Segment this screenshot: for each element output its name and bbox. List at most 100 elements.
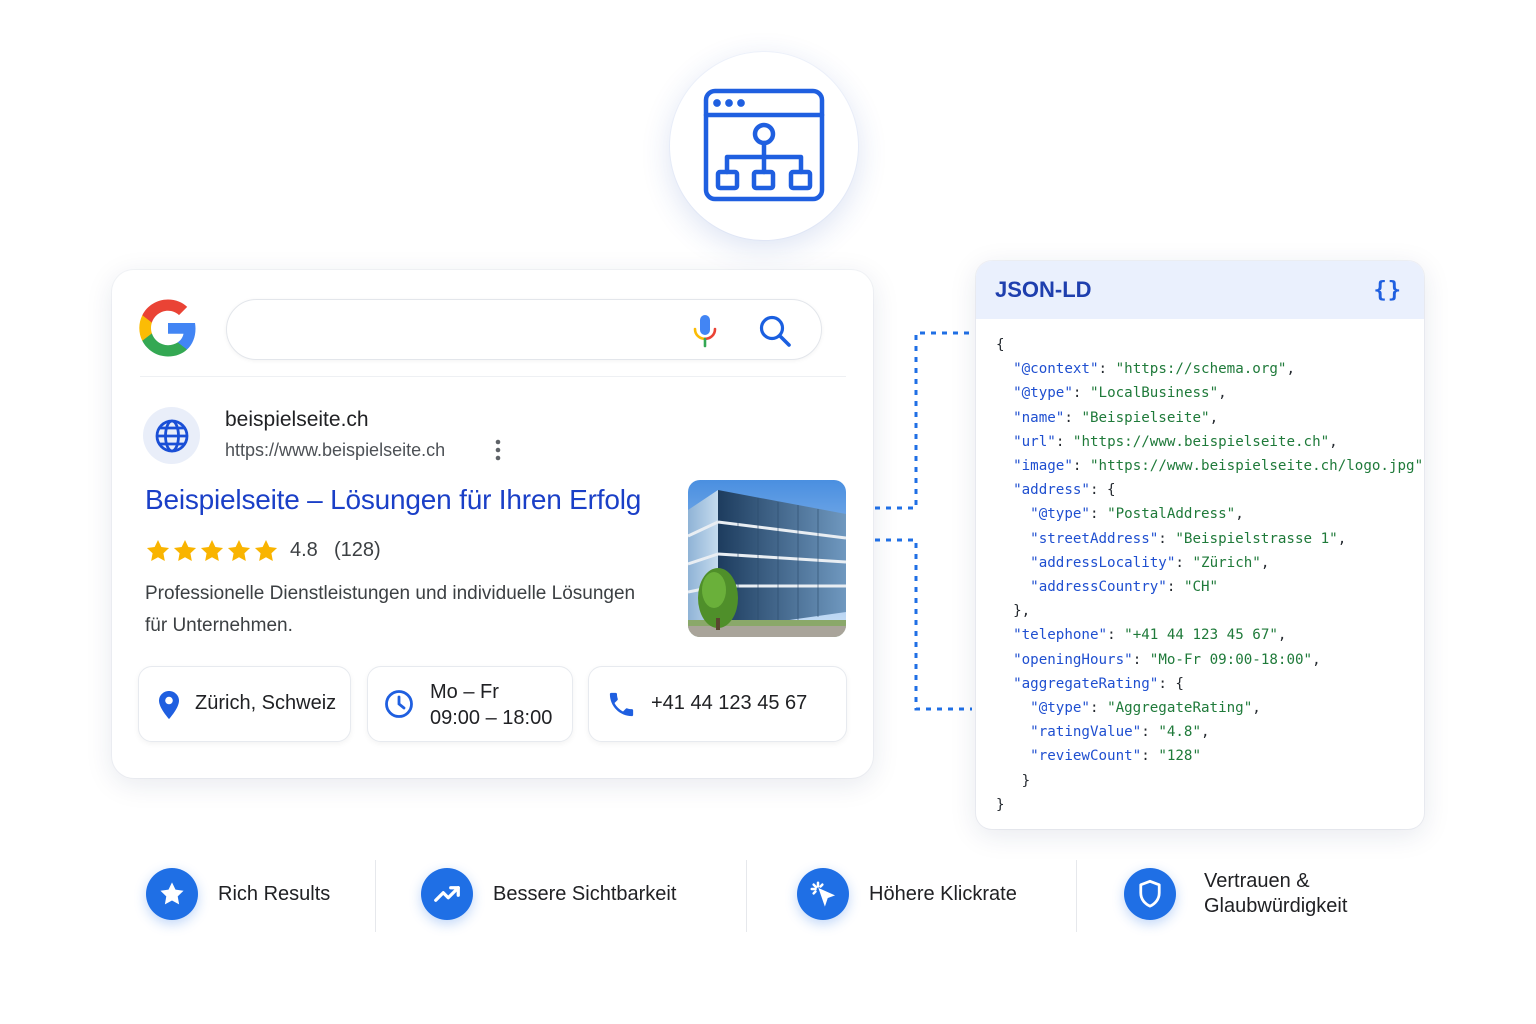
- connector-lines: [875, 331, 972, 711]
- code-line: "address": {: [996, 478, 1424, 502]
- code-punct: {: [996, 337, 1005, 353]
- location-text: Zürich, Schweiz: [195, 692, 337, 714]
- click-cursor-icon: [797, 868, 849, 920]
- divider: [1076, 860, 1077, 932]
- feature-click-rate: Höhere Klickrate: [797, 868, 1017, 920]
- code-line: "image": "https://www.beispielseite.ch/l…: [996, 454, 1424, 478]
- code-punct: ,: [1201, 724, 1210, 741]
- rating-value: 4.8: [290, 539, 318, 561]
- json-ld-code: { "@context": "https://schema.org", "@ty…: [996, 333, 1424, 817]
- feature-label: Rich Results: [218, 882, 331, 905]
- code-punct: }: [996, 796, 1005, 813]
- rating-count: (128): [334, 539, 381, 561]
- hero-sitemap-badge: [670, 52, 858, 240]
- feature-label-line: Vertrauen &: [1204, 870, 1310, 892]
- search-input[interactable]: [226, 299, 822, 360]
- feature-rich-results: Rich Results: [146, 868, 330, 920]
- code-punct: :: [1132, 651, 1150, 668]
- feature-label: Bessere Sichtbarkeit: [493, 882, 677, 905]
- code-punct: [996, 482, 1013, 498]
- code-string: "Mo-Fr 09:00-18:00": [1149, 651, 1313, 668]
- code-punct: [996, 458, 1013, 474]
- star-icon: [254, 539, 278, 561]
- code-string: "+41 44 123 45 67": [1124, 627, 1278, 644]
- code-punct: [996, 531, 1030, 547]
- code-string: "Beispielseite": [1081, 409, 1210, 426]
- site-favicon: [143, 407, 200, 464]
- star-icon: [146, 539, 170, 561]
- code-string: "128": [1158, 748, 1202, 765]
- code-key: "addressLocality": [1030, 554, 1176, 571]
- feature-label: Höhere Klickrate: [869, 882, 1017, 905]
- code-string: "https://www.beispielseite.ch": [1072, 433, 1330, 450]
- microphone-icon[interactable]: [692, 314, 718, 348]
- code-punct: [996, 627, 1013, 643]
- location-chip[interactable]: Zürich, Schweiz: [138, 666, 351, 742]
- code-punct: [996, 410, 1013, 426]
- code-punct: [996, 724, 1030, 740]
- feature-label-line: Glaubwürdigkeit: [1204, 895, 1348, 917]
- code-line: "aggregateRating": {: [996, 672, 1424, 696]
- code-key: "@context": [1013, 361, 1099, 378]
- more-options-icon[interactable]: [490, 438, 506, 462]
- code-key: "reviewCount": [1030, 748, 1142, 765]
- code-string: "Zürich": [1192, 554, 1261, 571]
- description-line: für Unternehmen.: [145, 615, 293, 636]
- code-line: "name": "Beispielseite",: [996, 406, 1424, 430]
- site-name[interactable]: beispielseite.ch: [225, 408, 369, 432]
- site-url[interactable]: https://www.beispielseite.ch: [225, 440, 445, 461]
- code-line: "streetAddress": "Beispielstrasse 1",: [996, 527, 1424, 551]
- code-key: "@type": [1030, 506, 1090, 523]
- code-punct: [996, 748, 1030, 764]
- code-string: "https://www.beispielseite.ch/logo.jpg": [1089, 458, 1424, 475]
- code-braces-icon: {}: [1373, 277, 1402, 303]
- code-key: "aggregateRating": [1013, 675, 1159, 692]
- code-key: "address": [1013, 482, 1090, 499]
- code-line: "@type": "AggregateRating",: [996, 696, 1424, 720]
- star-icon: [146, 868, 198, 920]
- code-key: "streetAddress": [1030, 530, 1159, 547]
- json-ld-title: JSON-LD: [995, 277, 1092, 302]
- json-ld-header: JSON-LD {}: [976, 261, 1424, 319]
- code-punct: :: [1089, 700, 1108, 717]
- code-key: "addressCountry": [1030, 579, 1167, 596]
- code-line: "ratingValue": "4.8",: [996, 720, 1424, 744]
- rating-stars: [145, 538, 279, 564]
- code-punct: [996, 361, 1013, 377]
- code-punct: }: [996, 772, 1031, 789]
- code-key: "@type": [1030, 700, 1090, 717]
- code-string: "PostalAddress": [1107, 506, 1236, 523]
- code-punct: ,: [1277, 627, 1287, 644]
- code-punct: [996, 385, 1013, 401]
- code-punct: [996, 676, 1013, 692]
- code-punct: :: [1158, 530, 1176, 547]
- code-punct: ,: [1423, 458, 1424, 474]
- code-line: "openingHours": "Mo-Fr 09:00-18:00",: [996, 648, 1424, 672]
- code-punct: ,: [1252, 700, 1261, 717]
- code-line: }: [996, 793, 1424, 817]
- code-line: "url": "https://www.beispielseite.ch",: [996, 430, 1424, 454]
- opening-hours-chip[interactable]: Mo – Fr 09:00 – 18:00: [367, 666, 573, 742]
- phone-chip[interactable]: +41 44 123 45 67: [588, 666, 847, 742]
- hours-days: Mo – Fr: [430, 681, 499, 703]
- code-line: "@type": "PostalAddress",: [996, 502, 1424, 526]
- code-punct: :: [1141, 724, 1159, 741]
- code-punct: : {: [1089, 482, 1116, 499]
- office-building-photo[interactable]: [688, 480, 846, 637]
- code-punct: ,: [1209, 409, 1219, 426]
- star-icon: [227, 539, 251, 561]
- code-punct: [996, 700, 1030, 716]
- divider: [746, 860, 747, 932]
- code-punct: ,: [1337, 530, 1347, 547]
- search-icon[interactable]: [757, 313, 793, 349]
- code-punct: :: [1166, 579, 1184, 596]
- json-ld-panel: JSON-LD {} { "@context": "https://schema…: [976, 261, 1424, 829]
- code-key: "telephone": [1013, 627, 1108, 644]
- code-key: "openingHours": [1013, 651, 1133, 668]
- google-logo: [139, 299, 196, 357]
- code-string: "CH": [1183, 579, 1219, 596]
- website-sitemap-icon: [703, 88, 825, 202]
- code-punct: [996, 555, 1030, 571]
- shield-icon: [1124, 868, 1176, 920]
- result-title-link[interactable]: Beispielseite – Lösungen für Ihren Erfol…: [145, 484, 641, 516]
